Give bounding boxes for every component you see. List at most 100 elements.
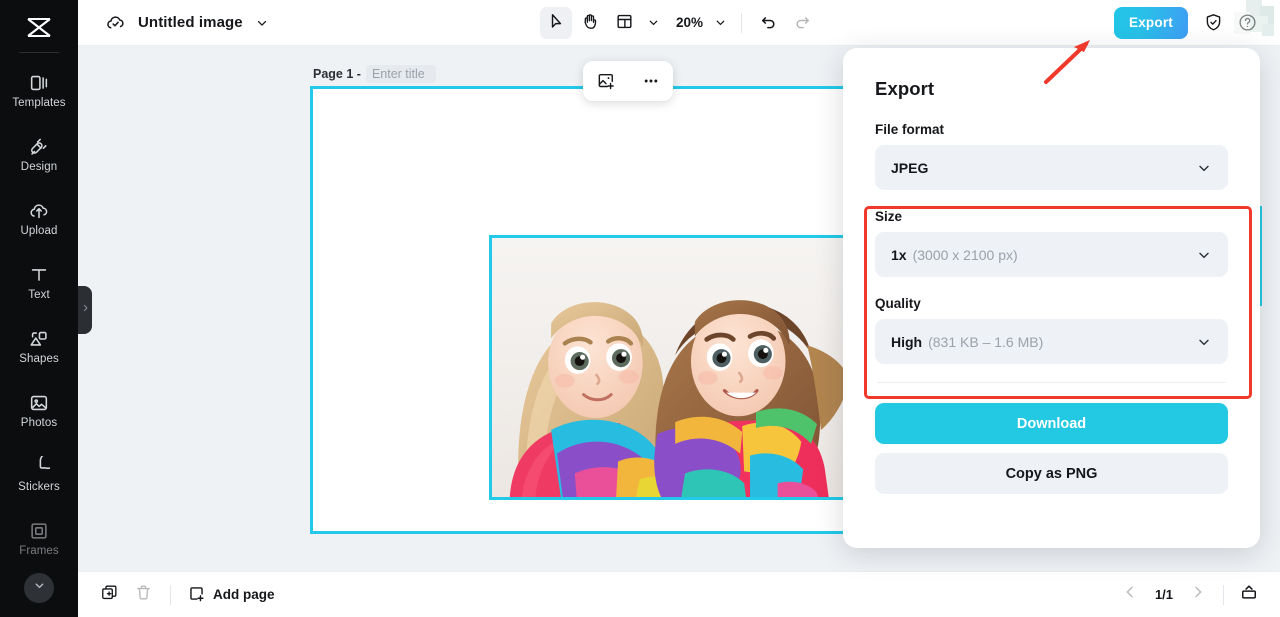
page-navigation: 1/1 (1115, 580, 1280, 610)
zoom-caret-icon[interactable] (709, 8, 731, 38)
top-toolbar: Untitled image 20% Export (78, 0, 1280, 46)
document-title[interactable]: Untitled image (138, 14, 243, 31)
sidebar-item-label: Templates (12, 97, 66, 110)
select-tool-button[interactable] (539, 6, 572, 39)
cloud-saved-icon[interactable] (102, 10, 128, 36)
cursor-arrow-icon (546, 12, 565, 34)
top-right-actions: Export (1114, 6, 1280, 39)
layout-caret-icon[interactable] (642, 8, 664, 38)
shield-check-icon[interactable] (1198, 8, 1228, 38)
sidebar-item-label: Design (20, 161, 58, 174)
chevron-down-icon (1196, 247, 1212, 263)
chevron-down-icon (1196, 334, 1212, 350)
copy-as-png-button[interactable]: Copy as PNG (875, 453, 1228, 494)
undo-button[interactable] (752, 7, 784, 39)
sidebar-item-label: Shapes (19, 353, 59, 366)
quality-detail: (831 KB – 1.6 MB) (928, 333, 1044, 350)
chevron-down-circle-icon (33, 579, 46, 597)
duplicate-page-icon (100, 583, 119, 607)
present-icon (1239, 582, 1259, 607)
bottom-toolbar: Add page 1/1 (78, 571, 1280, 617)
capcut-logo-icon[interactable] (15, 8, 63, 48)
hand-tool-button[interactable] (574, 7, 606, 39)
present-button[interactable] (1234, 580, 1264, 610)
two-girls-photo (492, 238, 884, 497)
next-page-button[interactable] (1183, 580, 1213, 610)
templates-icon (28, 72, 50, 94)
add-page-label: Add page (213, 587, 275, 602)
export-panel-title: Export (875, 78, 935, 99)
delete-page-button[interactable] (128, 580, 158, 610)
sidebar-item-shapes[interactable]: Shapes (0, 315, 78, 379)
sidebar-item-text[interactable]: Text (0, 251, 78, 315)
redo-arrow-icon (793, 12, 812, 34)
sidebar-item-label: Photos (20, 417, 58, 430)
help-icon[interactable] (1232, 8, 1262, 38)
size-detail: (3000 x 2100 px) (912, 246, 1018, 263)
hand-icon (580, 12, 599, 34)
left-sidebar: Templates Design Upload Text Shapes Phot… (0, 0, 78, 617)
file-format-label: File format (875, 122, 945, 137)
sidebar-item-templates[interactable]: Templates (0, 59, 78, 123)
add-image-icon[interactable] (591, 66, 621, 96)
element-float-toolbar (583, 61, 673, 101)
sidebar-item-photos[interactable]: Photos (0, 379, 78, 443)
download-button[interactable]: Download (875, 403, 1228, 444)
quality-value: High (891, 333, 923, 350)
add-page-icon (187, 584, 206, 606)
quality-label: Quality (875, 296, 921, 311)
nav-divider (1223, 584, 1224, 605)
sidebar-item-stickers[interactable]: Stickers (0, 443, 78, 507)
add-page-button[interactable]: Add page (183, 584, 275, 606)
more-horizontal-icon[interactable] (636, 66, 666, 96)
redo-button[interactable] (786, 7, 818, 39)
sidebar-item-design[interactable]: Design (0, 123, 78, 187)
page-label-row: Page 1 - (313, 65, 436, 83)
sidebar-item-label: Stickers (18, 481, 60, 494)
frame-icon (28, 520, 50, 542)
export-button[interactable]: Export (1114, 6, 1188, 39)
file-format-value: JPEG (891, 159, 929, 176)
zoom-level-value[interactable]: 20% (666, 15, 707, 30)
page-title-input[interactable] (365, 65, 436, 83)
photo-image-icon (28, 392, 50, 414)
file-format-select[interactable]: JPEG (875, 145, 1228, 190)
sidebar-item-list: Templates Design Upload Text Shapes Phot… (0, 59, 78, 571)
layout-tool-button[interactable] (608, 7, 640, 39)
chevron-down-icon (1196, 160, 1212, 176)
app-root: Templates Design Upload Text Shapes Phot… (0, 0, 1280, 617)
upload-cloud-icon (28, 200, 50, 222)
sidebar-divider (19, 52, 59, 53)
bottom-left-actions: Add page (78, 580, 275, 610)
chevron-left-icon (1122, 584, 1138, 605)
chevron-right-icon (81, 301, 90, 319)
sidebar-item-frames[interactable]: Frames (0, 507, 78, 571)
export-panel: Export File format JPEG Size 1x (3000 x … (843, 48, 1260, 548)
quality-select[interactable]: High (831 KB – 1.6 MB) (875, 319, 1228, 364)
text-t-icon (28, 264, 50, 286)
selected-image-element[interactable] (489, 235, 887, 500)
size-value: 1x (891, 246, 907, 263)
trash-icon (134, 583, 153, 607)
sticker-icon (28, 453, 56, 478)
page-indicator: 1/1 (1154, 587, 1174, 602)
document-title-caret-icon[interactable] (255, 16, 269, 30)
previous-page-button[interactable] (1115, 580, 1145, 610)
panel-collapse-handle[interactable] (78, 286, 92, 334)
sidebar-item-label: Upload (20, 225, 58, 238)
size-label: Size (875, 209, 903, 224)
bottom-divider (170, 584, 171, 605)
size-select[interactable]: 1x (3000 x 2100 px) (875, 232, 1228, 277)
chevron-right-icon (1190, 584, 1206, 605)
export-panel-divider (877, 382, 1226, 383)
duplicate-page-button[interactable] (94, 580, 124, 610)
sidebar-item-label: Text (28, 289, 50, 302)
design-icon (28, 136, 50, 158)
layout-grid-icon (614, 12, 633, 34)
sidebar-expand-button[interactable] (24, 573, 54, 603)
toolbar-divider (741, 12, 743, 33)
undo-arrow-icon (759, 12, 778, 34)
shapes-icon (28, 328, 50, 350)
sidebar-item-upload[interactable]: Upload (0, 187, 78, 251)
page-label: Page 1 - (313, 67, 361, 81)
